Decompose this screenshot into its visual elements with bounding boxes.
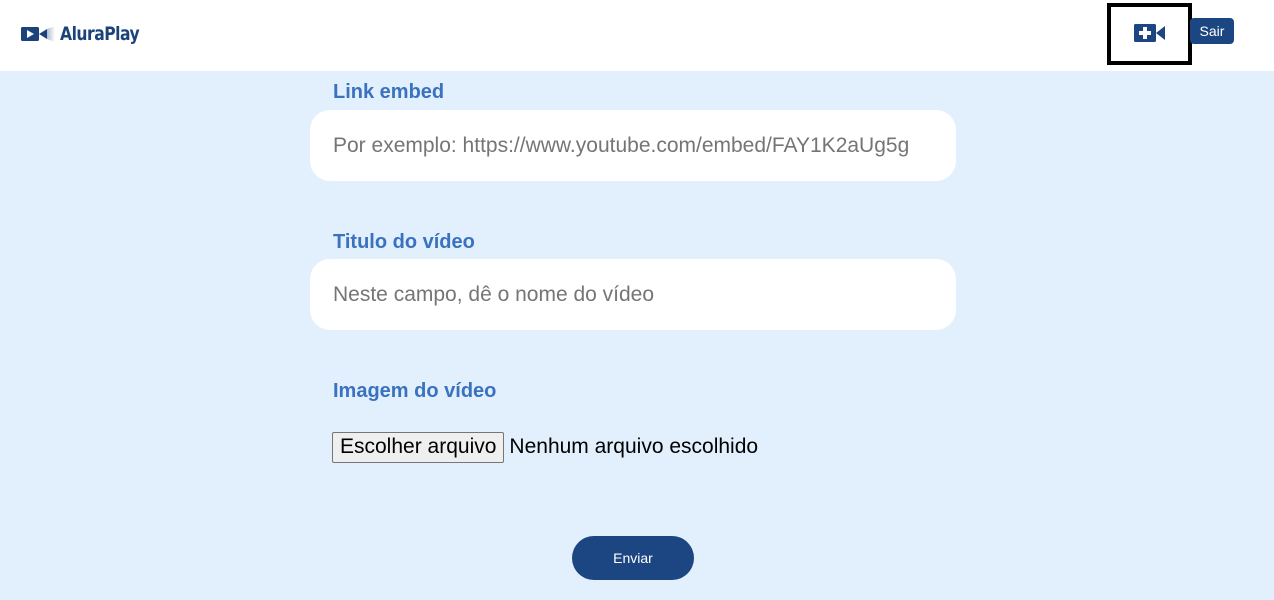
top-header: AluraPlay Sair <box>0 0 1274 71</box>
logo-text: AluraPlay <box>60 23 140 45</box>
video-title-label: Titulo do vídeo <box>333 231 475 253</box>
video-title-input[interactable] <box>310 259 956 330</box>
link-embed-label: Link embed <box>333 81 445 103</box>
logout-button[interactable]: Sair <box>1190 18 1234 44</box>
add-video-button[interactable] <box>1107 3 1192 65</box>
video-camera-logo-icon <box>21 26 55 42</box>
video-image-label: Imagem do vídeo <box>333 380 497 402</box>
video-image-file-input[interactable]: Escolher arquivo Nenhum arquivo escolhid… <box>332 431 758 463</box>
logo[interactable]: AluraPlay <box>21 21 157 47</box>
submit-button[interactable]: Enviar <box>572 536 694 580</box>
link-embed-input[interactable] <box>310 110 956 181</box>
choose-file-button[interactable]: Escolher arquivo <box>332 431 505 463</box>
file-status-text: Nenhum arquivo escolhido <box>509 435 759 458</box>
video-plus-icon <box>1134 24 1165 42</box>
